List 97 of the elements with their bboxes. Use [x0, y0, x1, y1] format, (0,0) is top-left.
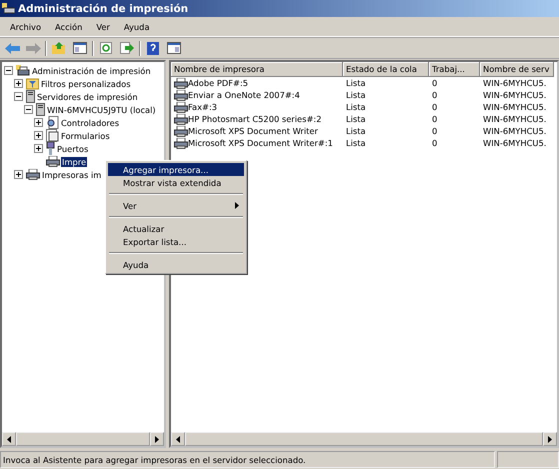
table-cell: 0 — [432, 102, 438, 112]
tree-item[interactable]: Controladores — [60, 118, 120, 128]
expand-toggle[interactable] — [14, 79, 23, 88]
status-text: Invoca al Asistente para agregar impresoras en el servidor seleccionado. — [0, 451, 495, 468]
menu-item[interactable]: Actualizar — [108, 222, 244, 235]
printer-folder-icon — [16, 64, 30, 76]
table-cell: Microsoft XPS Document Writer#:1 — [188, 138, 333, 148]
port-icon — [46, 142, 55, 155]
scroll-right-button[interactable] — [150, 432, 164, 446]
expand-toggle[interactable] — [14, 170, 23, 179]
table-cell: Lista — [346, 138, 366, 148]
table-cell: WIN-6MYHCU5. — [483, 90, 546, 100]
printer-icon — [174, 114, 188, 124]
table-cell: Fax#:3 — [188, 102, 218, 112]
table-cell: 0 — [432, 114, 438, 124]
left-arrow-icon — [4, 42, 20, 54]
tree-item[interactable]: Servidores de impresión — [36, 92, 139, 102]
printer-icon — [2, 2, 15, 14]
printer-icon — [26, 169, 40, 180]
server-icon — [26, 90, 35, 103]
printer-icon — [174, 102, 188, 112]
scroll-right-button[interactable] — [543, 432, 557, 446]
right-arrow-icon — [547, 436, 553, 442]
scroll-left-button[interactable] — [2, 432, 16, 446]
table-cell: WIN-6MYHCU5. — [483, 78, 546, 88]
printer-icon — [174, 90, 188, 100]
panel-icon — [73, 42, 87, 54]
column-header[interactable]: Estado de la cola — [343, 62, 429, 77]
tree-item[interactable]: Administración de impresión — [31, 66, 152, 76]
right-arrow-icon — [154, 436, 160, 442]
collapse-toggle[interactable] — [4, 66, 13, 75]
export-button[interactable] — [118, 40, 136, 56]
window-title: Administración de impresión — [18, 2, 188, 14]
table-cell: 0 — [432, 126, 438, 136]
tree-item[interactable]: Impresoras im — [41, 170, 102, 180]
table-cell: 0 — [432, 78, 438, 88]
show-tree-button[interactable] — [71, 40, 89, 56]
printer-icon — [174, 78, 188, 88]
printer-icon — [174, 126, 188, 136]
table-cell: Lista — [346, 114, 366, 124]
menu-item[interactable]: Archivo — [4, 20, 48, 34]
filter-folder-icon — [26, 78, 39, 90]
folder-icon — [52, 42, 66, 54]
scrollbar-thumb[interactable] — [16, 432, 150, 446]
table-cell: Lista — [346, 78, 366, 88]
action-pane-button[interactable] — [165, 40, 183, 56]
server-icon — [36, 103, 45, 116]
table-cell: Lista — [346, 102, 366, 112]
table-cell: Enviar a OneNote 2007#:4 — [188, 90, 300, 100]
column-header[interactable]: Nombre de serv — [480, 62, 554, 77]
table-cell: HP Photosmart C5200 series#:2 — [188, 114, 322, 124]
printer-icon — [174, 138, 188, 148]
table-cell: WIN-6MYHCU5. — [483, 114, 546, 124]
collapse-toggle[interactable] — [24, 105, 33, 114]
form-icon — [46, 129, 59, 142]
menu-item[interactable]: Acción — [49, 20, 88, 34]
menu-item[interactable]: Exportar lista... — [108, 235, 244, 248]
table-cell: WIN-6MYHCU5. — [483, 126, 546, 136]
printer-icon — [46, 156, 60, 167]
tree-item[interactable]: Filtros personalizados — [40, 78, 132, 88]
panel-icon — [167, 42, 181, 54]
right-arrow-icon — [26, 42, 40, 54]
table-cell: Microsoft XPS Document Writer — [188, 126, 318, 136]
table-cell: 0 — [432, 90, 438, 100]
export-icon — [120, 42, 134, 54]
column-header[interactable]: Trabaj... — [429, 62, 480, 77]
submenu-arrow-icon — [234, 202, 240, 209]
tree-item[interactable]: Puertos — [56, 144, 90, 154]
refresh-icon — [100, 42, 112, 54]
tree-item[interactable]: Impre — [61, 156, 88, 166]
expand-toggle[interactable] — [34, 144, 43, 153]
submenu-item[interactable]: Ver — [108, 199, 244, 212]
menu-item[interactable]: Ayuda — [108, 258, 244, 271]
menu-item[interactable]: Ayuda — [118, 20, 156, 34]
menu-item[interactable]: Agregar impresora... — [108, 163, 244, 176]
table-cell: WIN-6MYHCU5. — [483, 138, 546, 148]
expand-toggle[interactable] — [34, 131, 43, 140]
table-cell: Lista — [346, 126, 366, 136]
collapse-toggle[interactable] — [14, 92, 23, 101]
table-cell: 0 — [432, 138, 438, 148]
status-panel — [497, 451, 559, 468]
expand-toggle[interactable] — [34, 118, 43, 127]
scrollbar-thumb[interactable] — [185, 432, 543, 446]
help-button[interactable] — [144, 40, 162, 56]
table-cell: Lista — [346, 90, 366, 100]
tree-item[interactable]: WIN-6MVHCU5J9TU (local) — [46, 104, 157, 114]
scroll-left-button[interactable] — [171, 432, 185, 446]
table-cell: Adobe PDF#:5 — [188, 78, 248, 88]
menu-item[interactable]: Ver — [90, 20, 116, 34]
table-cell: WIN-6MYHCU5. — [483, 102, 546, 112]
left-arrow-icon — [175, 436, 181, 442]
menu-item[interactable]: Mostrar vista extendida — [108, 176, 244, 189]
help-icon — [147, 42, 159, 54]
left-arrow-icon — [6, 436, 12, 442]
refresh-button[interactable] — [97, 40, 115, 56]
column-header[interactable]: Nombre de impresora — [171, 62, 343, 77]
tree-item[interactable]: Formularios — [60, 130, 111, 140]
